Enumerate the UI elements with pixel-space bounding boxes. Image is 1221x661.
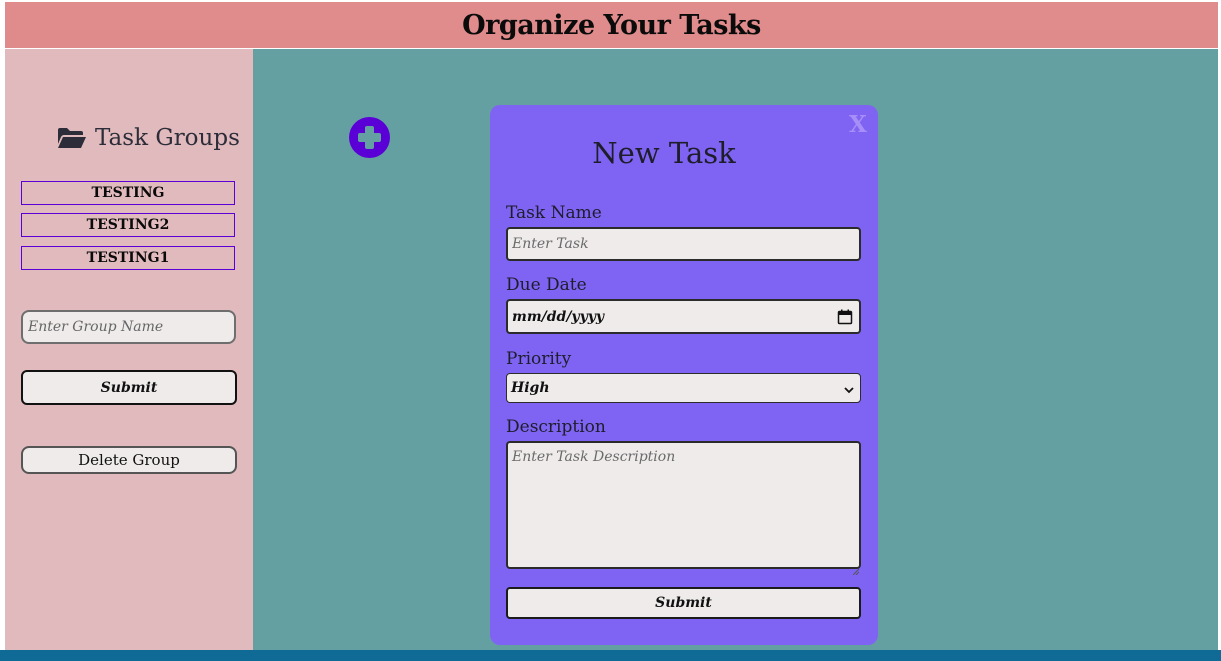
group-submit-button[interactable]: Submit bbox=[21, 370, 237, 405]
chevron-down-icon bbox=[844, 383, 854, 394]
priority-label: Priority bbox=[506, 349, 572, 369]
sidebar: Task Groups TESTING TESTING2 TESTING1 Su… bbox=[5, 49, 253, 650]
new-task-modal: X New Task Task Name Due Date mm/dd/yyyy… bbox=[490, 105, 878, 645]
group-item-testing2[interactable]: TESTING2 bbox=[21, 213, 235, 237]
due-date-value: mm/dd/yyyy bbox=[512, 308, 604, 325]
taskbar-strip bbox=[0, 650, 1221, 661]
group-item-testing1[interactable]: TESTING1 bbox=[21, 246, 235, 270]
folder-open-icon bbox=[57, 127, 87, 149]
description-label: Description bbox=[506, 417, 606, 437]
main-area: X New Task Task Name Due Date mm/dd/yyyy… bbox=[253, 49, 1218, 650]
delete-group-button[interactable]: Delete Group bbox=[21, 446, 237, 474]
task-name-label: Task Name bbox=[506, 203, 602, 223]
sidebar-title: Task Groups bbox=[57, 125, 240, 151]
calendar-icon[interactable] bbox=[837, 309, 853, 325]
task-submit-button[interactable]: Submit bbox=[506, 587, 861, 619]
close-modal-button[interactable]: X bbox=[849, 111, 867, 138]
task-name-input[interactable] bbox=[506, 227, 861, 261]
group-item-testing[interactable]: TESTING bbox=[21, 181, 235, 205]
group-name-input[interactable] bbox=[21, 310, 236, 344]
priority-select[interactable]: High bbox=[506, 373, 861, 403]
app-window: Organize Your Tasks Task Groups TESTING … bbox=[0, 0, 1221, 650]
page-title: Organize Your Tasks bbox=[462, 9, 761, 41]
due-date-label: Due Date bbox=[506, 275, 587, 295]
description-textarea[interactable] bbox=[506, 441, 861, 569]
resize-grip-icon[interactable] bbox=[852, 560, 860, 576]
due-date-input[interactable]: mm/dd/yyyy bbox=[506, 299, 861, 334]
priority-value: High bbox=[511, 380, 550, 396]
add-task-button[interactable] bbox=[349, 117, 390, 158]
sidebar-title-label: Task Groups bbox=[95, 125, 240, 151]
page-header: Organize Your Tasks bbox=[5, 2, 1218, 48]
modal-title: New Task bbox=[592, 136, 736, 170]
